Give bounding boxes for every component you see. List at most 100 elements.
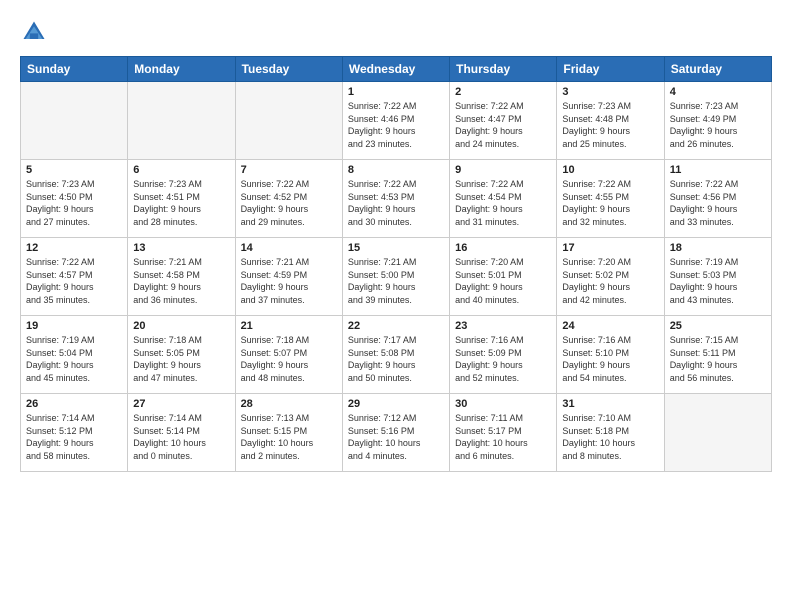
- calendar-cell: 31Sunrise: 7:10 AM Sunset: 5:18 PM Dayli…: [557, 394, 664, 472]
- weekday-header-saturday: Saturday: [664, 57, 771, 82]
- calendar-cell: 13 Sunrise: 7:21 AM Sunset: 4:58 PM Dayli…: [128, 238, 235, 316]
- day-number: 9: [455, 164, 551, 176]
- day-detail: Sunrise: 7:22 AM Sunset: 4:53 PM Dayligh…: [348, 178, 444, 228]
- week-row-5: 26Sunrise: 7:14 AM Sunset: 5:12 PM Dayli…: [21, 394, 772, 472]
- calendar-cell: 25 Sunrise: 7:15 AM Sunset: 5:11 PM Dayli…: [664, 316, 771, 394]
- calendar-cell: 7 Sunrise: 7:22 AM Sunset: 4:52 PM Daylig…: [235, 160, 342, 238]
- day-detail: Sunrise: 7:22 AM Sunset: 4:52 PM Dayligh…: [241, 178, 337, 228]
- weekday-header-tuesday: Tuesday: [235, 57, 342, 82]
- day-detail: Sunrise: 7:16 AM Sunset: 5:09 PM Dayligh…: [455, 334, 551, 384]
- calendar-cell: 29 Sunrise: 7:12 AM Sunset: 5:16 PM Dayli…: [342, 394, 449, 472]
- day-number: 8: [348, 164, 444, 176]
- day-detail: Sunrise: 7:23 AM Sunset: 4:51 PM Dayligh…: [133, 178, 229, 228]
- day-number: 29: [348, 398, 444, 410]
- day-number: 14: [241, 242, 337, 254]
- logo-icon: [20, 18, 48, 46]
- weekday-header-wednesday: Wednesday: [342, 57, 449, 82]
- calendar-cell: 28 Sunrise: 7:13 AM Sunset: 5:15 PM Dayli…: [235, 394, 342, 472]
- day-number: 11: [670, 164, 766, 176]
- day-number: 16: [455, 242, 551, 254]
- weekday-header-monday: Monday: [128, 57, 235, 82]
- calendar-cell: 2 Sunrise: 7:22 AM Sunset: 4:47 PM Daylig…: [450, 82, 557, 160]
- day-number: 24: [562, 320, 658, 332]
- day-number: 28: [241, 398, 337, 410]
- day-number: 1: [348, 86, 444, 98]
- calendar-cell: 10 Sunrise: 7:22 AM Sunset: 4:55 PM Dayli…: [557, 160, 664, 238]
- day-detail: Sunrise: 7:18 AM Sunset: 5:05 PM Dayligh…: [133, 334, 229, 384]
- day-number: 18: [670, 242, 766, 254]
- day-detail: Sunrise: 7:11 AM Sunset: 5:17 PM Dayligh…: [455, 412, 551, 462]
- weekday-header-friday: Friday: [557, 57, 664, 82]
- week-row-2: 5 Sunrise: 7:23 AM Sunset: 4:50 PM Daylig…: [21, 160, 772, 238]
- calendar-cell: 14 Sunrise: 7:21 AM Sunset: 4:59 PM Dayli…: [235, 238, 342, 316]
- day-detail: Sunrise: 7:10 AM Sunset: 5:18 PM Dayligh…: [562, 412, 658, 462]
- day-detail: Sunrise: 7:21 AM Sunset: 4:58 PM Dayligh…: [133, 256, 229, 306]
- logo: [20, 18, 52, 46]
- calendar-cell: 4Sunrise: 7:23 AM Sunset: 4:49 PM Daylig…: [664, 82, 771, 160]
- day-detail: Sunrise: 7:18 AM Sunset: 5:07 PM Dayligh…: [241, 334, 337, 384]
- calendar-cell: 6 Sunrise: 7:23 AM Sunset: 4:51 PM Daylig…: [128, 160, 235, 238]
- day-detail: Sunrise: 7:14 AM Sunset: 5:14 PM Dayligh…: [133, 412, 229, 462]
- calendar-table: SundayMondayTuesdayWednesdayThursdayFrid…: [20, 56, 772, 472]
- calendar-cell: 24 Sunrise: 7:16 AM Sunset: 5:10 PM Dayli…: [557, 316, 664, 394]
- calendar-cell: 30Sunrise: 7:11 AM Sunset: 5:17 PM Dayli…: [450, 394, 557, 472]
- calendar-cell: 27 Sunrise: 7:14 AM Sunset: 5:14 PM Dayli…: [128, 394, 235, 472]
- calendar-cell: 11Sunrise: 7:22 AM Sunset: 4:56 PM Dayli…: [664, 160, 771, 238]
- day-number: 19: [26, 320, 122, 332]
- calendar-cell: 15 Sunrise: 7:21 AM Sunset: 5:00 PM Dayli…: [342, 238, 449, 316]
- calendar-cell: [128, 82, 235, 160]
- calendar-cell: 22 Sunrise: 7:17 AM Sunset: 5:08 PM Dayli…: [342, 316, 449, 394]
- day-number: 26: [26, 398, 122, 410]
- day-detail: Sunrise: 7:19 AM Sunset: 5:03 PM Dayligh…: [670, 256, 766, 306]
- day-number: 27: [133, 398, 229, 410]
- day-number: 13: [133, 242, 229, 254]
- calendar-cell: 19Sunrise: 7:19 AM Sunset: 5:04 PM Dayli…: [21, 316, 128, 394]
- calendar-cell: 26Sunrise: 7:14 AM Sunset: 5:12 PM Dayli…: [21, 394, 128, 472]
- day-detail: Sunrise: 7:15 AM Sunset: 5:11 PM Dayligh…: [670, 334, 766, 384]
- day-detail: Sunrise: 7:22 AM Sunset: 4:47 PM Dayligh…: [455, 100, 551, 150]
- day-detail: Sunrise: 7:21 AM Sunset: 5:00 PM Dayligh…: [348, 256, 444, 306]
- day-number: 20: [133, 320, 229, 332]
- day-detail: Sunrise: 7:22 AM Sunset: 4:46 PM Dayligh…: [348, 100, 444, 150]
- day-number: 5: [26, 164, 122, 176]
- day-detail: Sunrise: 7:20 AM Sunset: 5:02 PM Dayligh…: [562, 256, 658, 306]
- day-detail: Sunrise: 7:16 AM Sunset: 5:10 PM Dayligh…: [562, 334, 658, 384]
- day-number: 15: [348, 242, 444, 254]
- week-row-4: 19Sunrise: 7:19 AM Sunset: 5:04 PM Dayli…: [21, 316, 772, 394]
- day-number: 7: [241, 164, 337, 176]
- calendar-cell: 1 Sunrise: 7:22 AM Sunset: 4:46 PM Daylig…: [342, 82, 449, 160]
- calendar-cell: 20 Sunrise: 7:18 AM Sunset: 5:05 PM Dayli…: [128, 316, 235, 394]
- calendar-cell: 8 Sunrise: 7:22 AM Sunset: 4:53 PM Daylig…: [342, 160, 449, 238]
- day-number: 6: [133, 164, 229, 176]
- day-detail: Sunrise: 7:17 AM Sunset: 5:08 PM Dayligh…: [348, 334, 444, 384]
- day-detail: Sunrise: 7:13 AM Sunset: 5:15 PM Dayligh…: [241, 412, 337, 462]
- day-detail: Sunrise: 7:21 AM Sunset: 4:59 PM Dayligh…: [241, 256, 337, 306]
- calendar-cell: 9 Sunrise: 7:22 AM Sunset: 4:54 PM Daylig…: [450, 160, 557, 238]
- week-row-3: 12 Sunrise: 7:22 AM Sunset: 4:57 PM Dayli…: [21, 238, 772, 316]
- calendar-cell: 18 Sunrise: 7:19 AM Sunset: 5:03 PM Dayli…: [664, 238, 771, 316]
- day-detail: Sunrise: 7:22 AM Sunset: 4:54 PM Dayligh…: [455, 178, 551, 228]
- day-detail: Sunrise: 7:22 AM Sunset: 4:55 PM Dayligh…: [562, 178, 658, 228]
- calendar-cell: [664, 394, 771, 472]
- weekday-header-sunday: Sunday: [21, 57, 128, 82]
- day-detail: Sunrise: 7:12 AM Sunset: 5:16 PM Dayligh…: [348, 412, 444, 462]
- day-number: 21: [241, 320, 337, 332]
- day-detail: Sunrise: 7:22 AM Sunset: 4:57 PM Dayligh…: [26, 256, 122, 306]
- day-detail: Sunrise: 7:23 AM Sunset: 4:50 PM Dayligh…: [26, 178, 122, 228]
- calendar-cell: 16 Sunrise: 7:20 AM Sunset: 5:01 PM Dayli…: [450, 238, 557, 316]
- calendar-cell: 23Sunrise: 7:16 AM Sunset: 5:09 PM Dayli…: [450, 316, 557, 394]
- day-number: 4: [670, 86, 766, 98]
- weekday-header-row: SundayMondayTuesdayWednesdayThursdayFrid…: [21, 57, 772, 82]
- calendar-cell: 5 Sunrise: 7:23 AM Sunset: 4:50 PM Daylig…: [21, 160, 128, 238]
- day-number: 10: [562, 164, 658, 176]
- page: SundayMondayTuesdayWednesdayThursdayFrid…: [0, 0, 792, 482]
- day-number: 3: [562, 86, 658, 98]
- day-number: 2: [455, 86, 551, 98]
- header: [20, 18, 772, 46]
- day-detail: Sunrise: 7:20 AM Sunset: 5:01 PM Dayligh…: [455, 256, 551, 306]
- day-detail: Sunrise: 7:23 AM Sunset: 4:48 PM Dayligh…: [562, 100, 658, 150]
- day-number: 22: [348, 320, 444, 332]
- day-number: 12: [26, 242, 122, 254]
- calendar-cell: 3 Sunrise: 7:23 AM Sunset: 4:48 PM Daylig…: [557, 82, 664, 160]
- day-number: 25: [670, 320, 766, 332]
